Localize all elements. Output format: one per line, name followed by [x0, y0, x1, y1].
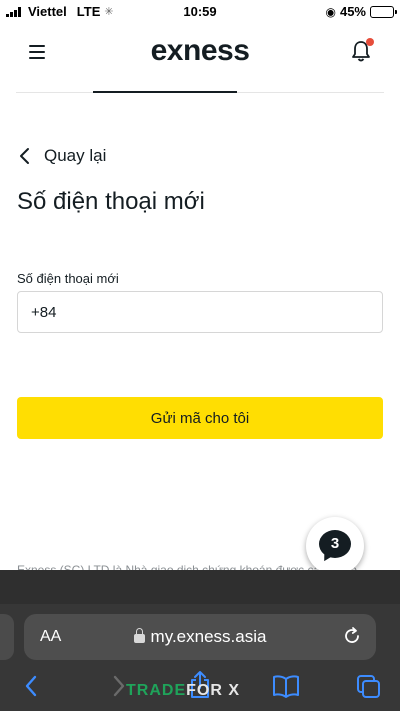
- address-bar[interactable]: AA my.exness.asia: [24, 614, 376, 660]
- reload-icon[interactable]: [342, 626, 362, 646]
- exness-logo[interactable]: exness: [0, 34, 400, 68]
- watermark-left: TRADE: [126, 682, 187, 699]
- browser-shade: [0, 570, 400, 604]
- status-right: ◉ 45%: [325, 4, 397, 19]
- bookmarks-icon[interactable]: [272, 674, 300, 698]
- bell-icon[interactable]: [348, 38, 374, 64]
- active-tab-indicator: [93, 91, 237, 93]
- watermark-logo: TRADEFOR X: [126, 682, 240, 700]
- back-arrow-icon[interactable]: [22, 674, 40, 698]
- watermark-right: FOR X: [186, 682, 240, 699]
- phone-input[interactable]: [17, 291, 383, 333]
- site-header: exness: [0, 24, 400, 80]
- phone-field-label: Số điện thoại mới: [17, 271, 119, 286]
- page-title: Số điện thoại mới: [17, 188, 205, 215]
- chat-button[interactable]: 3: [306, 517, 364, 575]
- chevron-left-icon: [20, 148, 29, 164]
- lock-icon: [133, 628, 145, 643]
- orientation-lock-icon: ◉: [325, 4, 336, 19]
- tabs-icon[interactable]: [356, 674, 382, 700]
- chat-badge: 3: [319, 530, 351, 558]
- back-label: Quay lại: [44, 146, 107, 165]
- notification-dot: [366, 38, 374, 46]
- back-link[interactable]: Quay lại: [18, 146, 106, 166]
- battery-percent: 45%: [339, 4, 366, 19]
- status-bar: Viettel LTE ✳ 10:59 ◉ 45%: [0, 0, 400, 22]
- url-text: my.exness.asia: [150, 627, 267, 646]
- url-display[interactable]: my.exness.asia: [24, 627, 376, 647]
- browser-bottom-bar: AA my.exness.asia TRADEFOR X: [0, 570, 400, 711]
- send-code-button[interactable]: Gửi mã cho tôi: [17, 397, 383, 439]
- previous-tab-peek[interactable]: [0, 614, 14, 660]
- battery-icon: [370, 5, 397, 18]
